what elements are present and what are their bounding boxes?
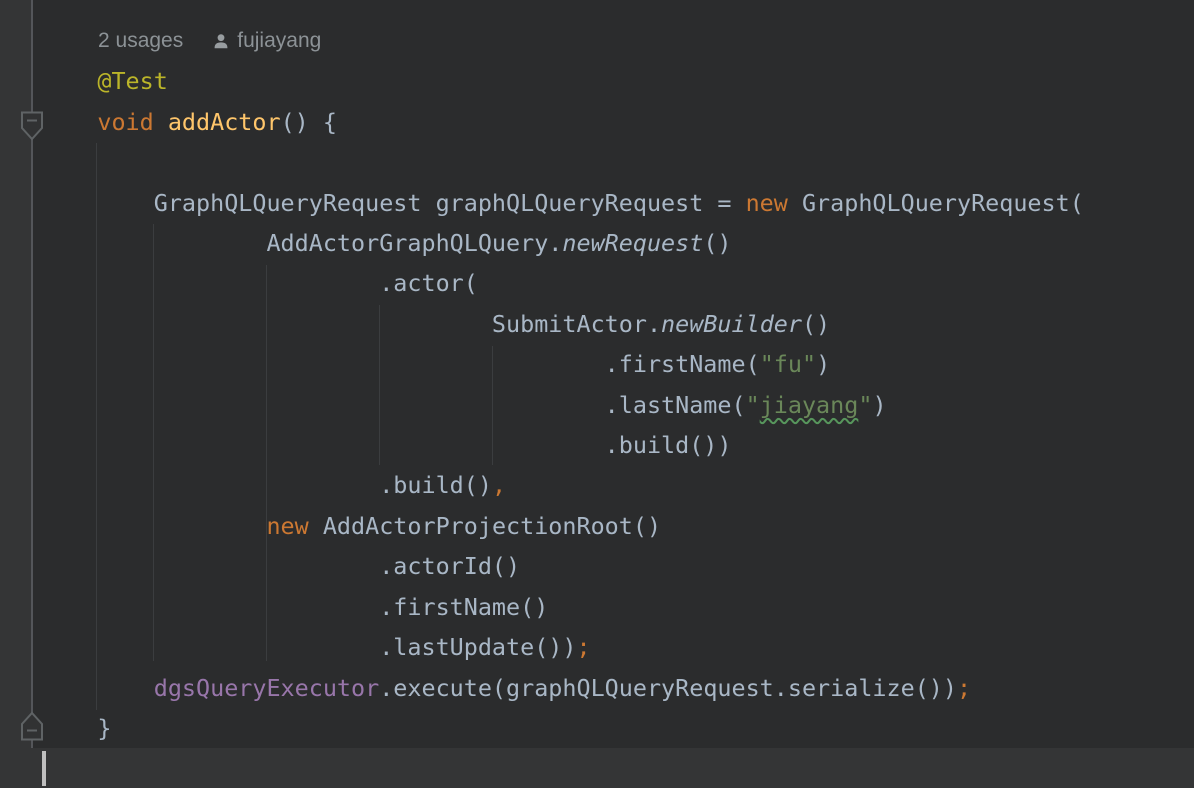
code-token-keyword: new	[266, 512, 308, 540]
code-line: .lastUpdate());	[41, 627, 1194, 667]
code-lines: @Test void addActor() { GraphQLQueryRequ…	[41, 61, 1194, 748]
code-token: .actor(	[41, 269, 478, 297]
code-token: AddActorProjectionRoot()	[309, 512, 661, 540]
code-token: )	[872, 391, 886, 419]
code-line: .actor(	[41, 263, 1194, 303]
code-token	[41, 512, 266, 540]
code-token	[41, 108, 97, 136]
code-token	[154, 108, 168, 136]
code-token: () {	[281, 108, 337, 136]
code-token-string-typo: jiayang	[760, 391, 859, 419]
code-token: .actorId()	[41, 552, 520, 580]
code-token-static-method: newRequest	[562, 229, 703, 257]
code-token: }	[41, 714, 111, 742]
code-token: SubmitActor.	[41, 310, 661, 338]
code-token: .lastName(	[41, 391, 746, 419]
code-line: .build())	[41, 425, 1194, 465]
code-line: .actorId()	[41, 546, 1194, 586]
code-line: .build(),	[41, 465, 1194, 505]
code-token: GraphQLQueryRequest(	[788, 189, 1084, 217]
code-token-field: dgsQueryExecutor	[154, 674, 379, 702]
author-hint[interactable]: fujiayang	[212, 21, 321, 61]
code-line: .lastName("jiayang")	[41, 385, 1194, 425]
caret-row-highlight	[0, 748, 1194, 788]
code-text-area[interactable]: 2 usages fujiayang @Test void addActor()…	[41, 21, 1194, 748]
code-line: .firstName("fu")	[41, 344, 1194, 384]
code-line: AddActorGraphQLQuery.newRequest()	[41, 223, 1194, 263]
code-token-punctuation: ;	[577, 633, 591, 661]
code-token	[41, 67, 97, 95]
code-token: .execute(graphQLQueryRequest.serialize()…	[379, 674, 957, 702]
usages-hint[interactable]: 2 usages	[98, 21, 183, 61]
code-token-string: "	[858, 391, 872, 419]
code-token-annotation: @Test	[97, 67, 167, 95]
code-line: }	[41, 708, 1194, 748]
code-token: .firstName(	[41, 350, 760, 378]
code-line: void addActor() {	[41, 102, 1194, 142]
code-token: .lastUpdate())	[41, 633, 577, 661]
code-token-string: "	[746, 391, 760, 419]
code-token: GraphQLQueryRequest graphQLQueryRequest …	[41, 189, 746, 217]
code-token-method-declaration: addActor	[168, 108, 281, 136]
code-token	[41, 674, 154, 702]
code-line: GraphQLQueryRequest graphQLQueryRequest …	[41, 183, 1194, 223]
code-token: ()	[802, 310, 830, 338]
code-token-keyword: void	[97, 108, 153, 136]
code-token-keyword: new	[746, 189, 788, 217]
code-token: .firstName()	[41, 593, 548, 621]
code-token-punctuation: ,	[492, 471, 506, 499]
code-token: )	[816, 350, 830, 378]
code-line: new AddActorProjectionRoot()	[41, 506, 1194, 546]
code-line	[41, 142, 1194, 182]
code-token: ()	[703, 229, 731, 257]
code-line: dgsQueryExecutor.execute(graphQLQueryReq…	[41, 668, 1194, 708]
code-token: .build())	[41, 431, 732, 459]
code-line: .firstName()	[41, 587, 1194, 627]
code-editor: 2 usages fujiayang @Test void addActor()…	[0, 0, 1194, 788]
text-caret	[42, 751, 46, 786]
code-token: .build()	[41, 471, 492, 499]
code-token-static-method: newBuilder	[661, 310, 802, 338]
author-hint-label: fujiayang	[237, 21, 321, 61]
code-vision-inlay-line: 2 usages fujiayang	[41, 21, 1194, 61]
person-icon	[212, 32, 230, 50]
code-line: SubmitActor.newBuilder()	[41, 304, 1194, 344]
code-token: AddActorGraphQLQuery.	[41, 229, 562, 257]
code-token-string: "fu"	[760, 350, 816, 378]
code-token-punctuation: ;	[957, 674, 971, 702]
code-line: @Test	[41, 61, 1194, 101]
